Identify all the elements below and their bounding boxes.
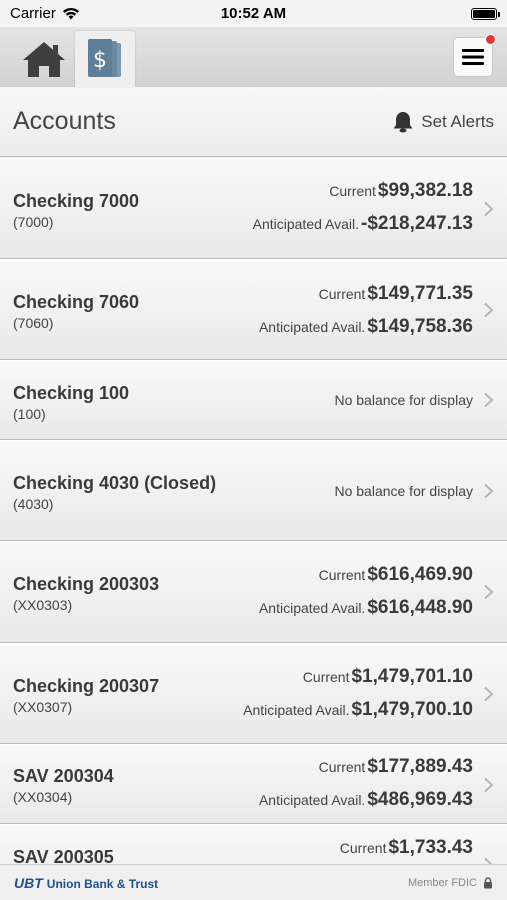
chevron-right-icon <box>484 686 494 702</box>
current-label: Current <box>318 759 366 775</box>
bell-icon <box>393 111 413 132</box>
current-label: Current <box>318 567 366 583</box>
anticipated-balance: $149,758.36 <box>367 316 473 337</box>
current-balance: $149,771.35 <box>367 283 473 304</box>
tab-home[interactable] <box>14 31 74 87</box>
account-number: (100) <box>13 406 46 422</box>
notification-dot <box>485 34 496 45</box>
current-balance: $99,382.18 <box>377 180 473 201</box>
no-balance-text: No balance for display <box>334 392 473 408</box>
anticipated-label: Anticipated Avail. <box>258 600 366 616</box>
current-balance: $1,733.43 <box>388 837 473 858</box>
account-row[interactable]: Checking 200307 (XX0307) Current $1,479,7… <box>0 643 507 744</box>
anticipated-balance: -$218,247.13 <box>361 213 473 234</box>
battery-icon <box>471 7 500 20</box>
bank-logo: UBT Union Bank & Trust <box>14 875 158 891</box>
current-label: Current <box>318 286 366 302</box>
balance-block: No balance for display <box>334 483 473 501</box>
anticipated-label: Anticipated Avail. <box>258 792 366 808</box>
home-icon <box>23 42 65 77</box>
balance-block: No balance for display <box>334 392 473 410</box>
anticipated-balance: $486,969.43 <box>367 789 473 810</box>
accounts-list: Checking 7000 (7000) Current $99,382.18 A… <box>0 158 507 864</box>
account-row[interactable]: Checking 7060 (7060) Current $149,771.35 … <box>0 259 507 360</box>
account-number: (XX0303) <box>13 597 73 613</box>
chevron-right-icon <box>484 201 494 217</box>
current-label: Current <box>339 840 387 856</box>
current-label: Current <box>302 669 350 685</box>
account-row[interactable]: Checking 7000 (7000) Current $99,382.18 A… <box>0 158 507 259</box>
logo-mark: UBT <box>14 874 43 891</box>
chevron-right-icon <box>484 584 494 600</box>
chevron-right-icon <box>484 392 494 408</box>
chevron-right-icon <box>484 483 494 499</box>
page-title: Accounts <box>13 107 116 135</box>
lock-icon <box>484 876 492 888</box>
account-number: (4030) <box>13 496 54 512</box>
account-row[interactable]: SAV 200305 Current $1,733.43 <box>0 824 507 864</box>
account-name: Checking 100 <box>13 383 130 403</box>
menu-button[interactable] <box>453 34 496 77</box>
set-alerts-label: Set Alerts <box>421 111 494 131</box>
current-label: Current <box>329 183 376 199</box>
logo-text: Union Bank & Trust <box>46 876 159 891</box>
account-name: Checking 7060 <box>13 292 140 312</box>
account-name: Checking 7000 <box>13 191 140 211</box>
balance-block: Current $1,733.43 <box>340 837 473 859</box>
no-balance-text: No balance for display <box>334 483 473 499</box>
chevron-right-icon <box>484 302 494 318</box>
balance-block: Current $149,771.35 Anticipated Avail. $14… <box>259 283 473 338</box>
balance-block: Current $1,479,701.10 Anticipated Avail. $… <box>243 666 473 721</box>
account-name: Checking 200307 <box>13 676 160 696</box>
member-fdic-label: Member FDIC <box>407 876 477 889</box>
account-row[interactable]: Checking 100 (100) No balance for displa… <box>0 360 507 440</box>
account-number: (XX0304) <box>13 789 73 805</box>
account-name: SAV 200304 <box>13 766 114 786</box>
anticipated-label: Anticipated Avail. <box>258 319 366 335</box>
footer: UBT Union Bank & Trust Member FDIC <box>0 864 507 900</box>
anticipated-balance: $616,448.90 <box>367 597 473 618</box>
account-number: (7060) <box>13 315 54 331</box>
chevron-right-icon <box>484 857 493 864</box>
account-name: Checking 4030 (Closed) <box>13 473 217 493</box>
account-row[interactable]: Checking 4030 (Closed) (4030) No balance… <box>0 440 507 541</box>
account-row[interactable]: Checking 200303 (XX0303) Current $616,469… <box>0 541 507 643</box>
current-balance: $616,469.90 <box>367 564 473 585</box>
anticipated-balance: $1,479,700.10 <box>351 699 473 720</box>
anticipated-label: Anticipated Avail. <box>243 702 350 718</box>
balance-block: Current $616,469.90 Anticipated Avail. $61… <box>259 564 473 619</box>
anticipated-label: Anticipated Avail. <box>252 216 359 232</box>
balance-block: Current $177,889.43 Anticipated Avail. $48… <box>259 756 473 811</box>
account-number: (XX0307) <box>13 699 73 715</box>
accounts-dollar-icon: $ <box>88 39 121 77</box>
current-balance: $1,479,701.10 <box>351 666 473 687</box>
page-header: Accounts Set Alerts <box>0 87 507 157</box>
status-time: 10:52 AM <box>220 5 287 22</box>
top-nav: $ <box>0 27 507 87</box>
status-bar: Carrier 10:52 AM <box>0 0 507 27</box>
hamburger-menu-icon <box>462 49 484 65</box>
account-name: Checking 200303 <box>13 574 160 594</box>
account-name: SAV 200305 <box>13 847 114 864</box>
current-balance: $177,889.43 <box>367 756 473 777</box>
chevron-right-icon <box>484 777 494 793</box>
set-alerts-button[interactable]: Set Alerts <box>391 110 494 134</box>
fdic-notice: Member FDIC <box>408 877 493 889</box>
balance-block: Current $99,382.18 Anticipated Avail. -$21… <box>253 180 473 235</box>
account-number: (7000) <box>13 214 54 230</box>
account-row[interactable]: SAV 200304 (XX0304) Current $177,889.43 A… <box>0 744 507 824</box>
svg-text:$: $ <box>93 48 107 73</box>
tab-accounts[interactable]: $ <box>75 31 135 87</box>
